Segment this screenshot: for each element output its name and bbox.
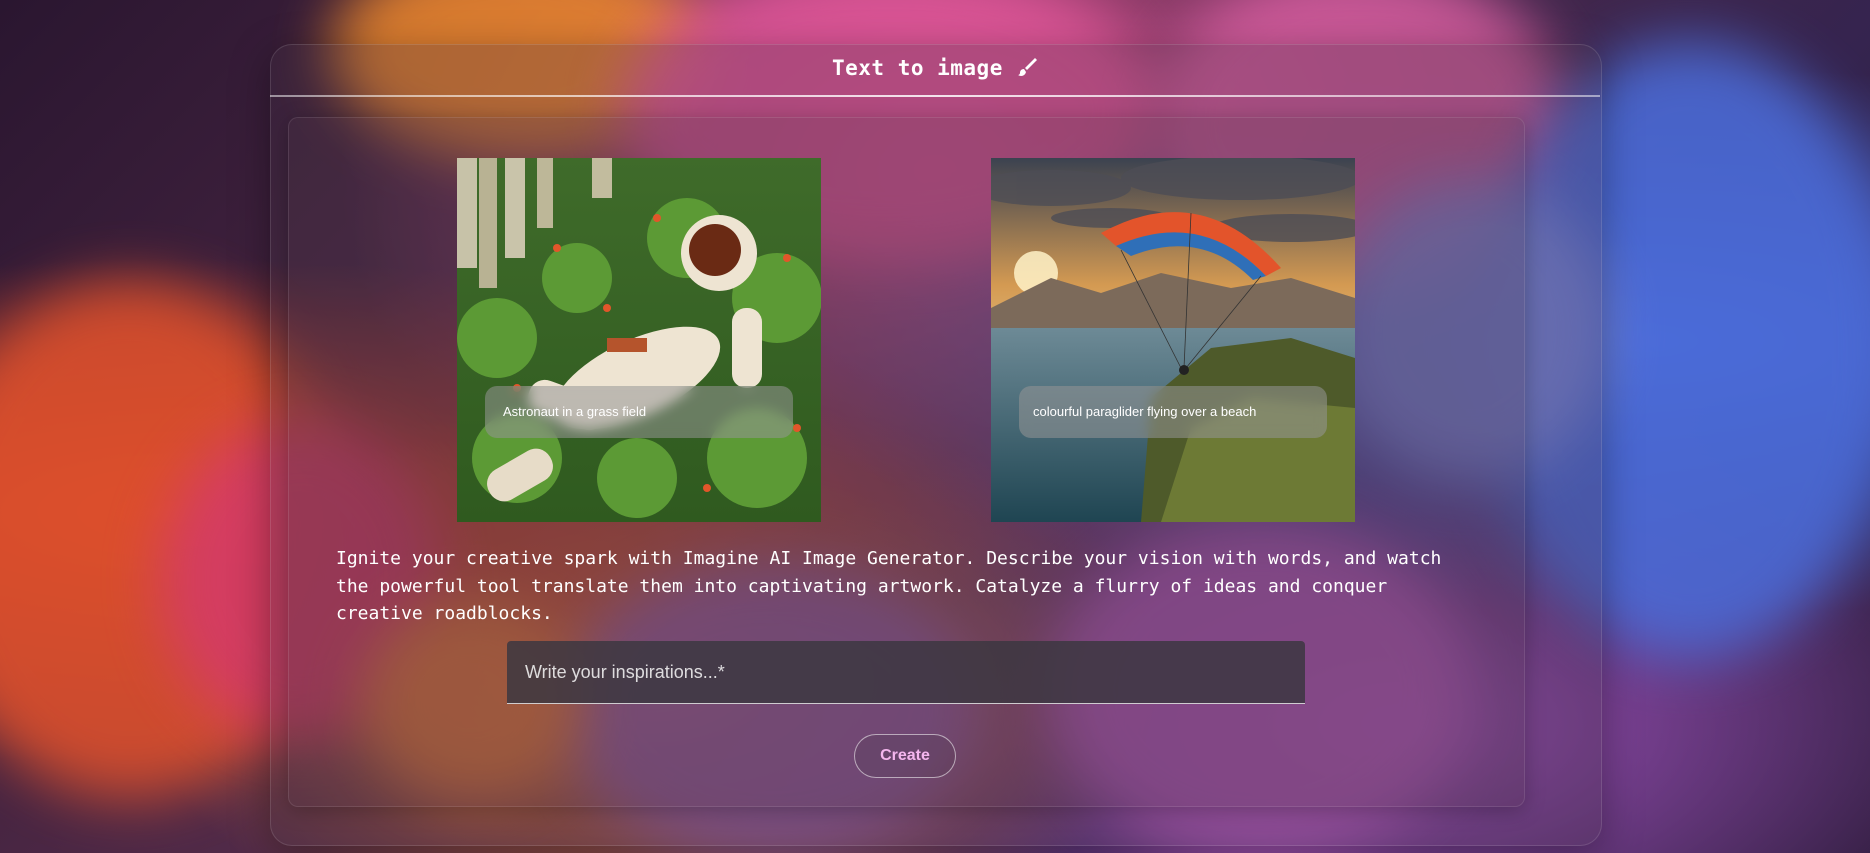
title-divider	[270, 95, 1600, 97]
page-title: Text to image	[270, 56, 1600, 80]
page-description: Ignite your creative spark with Imagine …	[336, 548, 1442, 624]
card-caption: Astronaut in a grass field	[485, 386, 793, 438]
card-caption: colourful paraglider flying over a beach	[1019, 386, 1327, 438]
paraglider-image	[991, 158, 1355, 522]
create-button[interactable]: Create	[854, 734, 956, 778]
inspiration-input[interactable]	[507, 641, 1305, 703]
gallery-card-paraglider[interactable]: colourful paraglider flying over a beach	[991, 158, 1355, 522]
title-text: Text to image	[831, 56, 1003, 80]
astronaut-image	[457, 158, 821, 522]
paintbrush-icon	[1016, 56, 1038, 80]
inspiration-field[interactable]	[507, 641, 1305, 704]
gallery-card-astronaut[interactable]: Astronaut in a grass field	[457, 158, 821, 522]
